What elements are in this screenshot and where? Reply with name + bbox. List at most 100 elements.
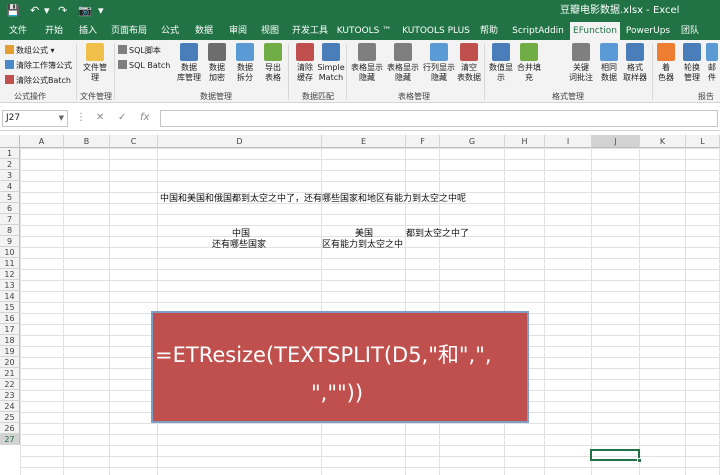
column-header-E[interactable]: E xyxy=(322,135,406,148)
selected-cell-J27[interactable] xyxy=(590,449,642,463)
tab-insert[interactable]: 插入 xyxy=(74,22,102,40)
column-header-G[interactable]: G xyxy=(440,135,505,148)
export-table-button[interactable]: 导出 表格 xyxy=(258,43,288,83)
row-header-20[interactable]: 20 xyxy=(0,357,20,368)
mail-button[interactable]: 邮 件 xyxy=(704,43,720,83)
cell-D5[interactable]: 中国和美国和俄国都到太空之中了，还有哪些国家和地区有能力到太空之中呢 xyxy=(160,194,466,205)
select-all-corner[interactable] xyxy=(0,135,20,148)
row-header-5[interactable]: 5 xyxy=(0,192,20,203)
row-header-1[interactable]: 1 xyxy=(0,148,20,159)
simple-match-button[interactable]: Simple Match xyxy=(316,43,346,83)
redo-icon[interactable]: ↷ xyxy=(58,3,67,19)
column-header-K[interactable]: K xyxy=(640,135,686,148)
row-col-show-hide-button[interactable]: 行列显示 隐藏 xyxy=(422,43,456,83)
keyword-comment-button[interactable]: 关键 词批注 xyxy=(566,43,596,83)
column-header-C[interactable]: C xyxy=(110,135,158,148)
row-header-2[interactable]: 2 xyxy=(0,159,20,170)
column-header-J[interactable]: J xyxy=(592,135,640,148)
column-header-L[interactable]: L xyxy=(686,135,720,148)
tab-review[interactable]: 审阅 xyxy=(224,22,252,40)
cell-E8[interactable]: 美国 xyxy=(355,229,373,240)
customize-quick-access-icon[interactable]: ▾ xyxy=(98,3,104,19)
row-header-3[interactable]: 3 xyxy=(0,170,20,181)
more-options-icon[interactable]: ⋮ xyxy=(76,111,86,125)
row-header-22[interactable]: 22 xyxy=(0,379,20,390)
clear-formula-batch-button[interactable]: 清除公式Batch xyxy=(5,75,71,86)
column-gridline xyxy=(544,148,545,475)
row-header-26[interactable]: 26 xyxy=(0,423,20,434)
rotate-manage-button[interactable]: 轮换 管理 xyxy=(680,43,704,83)
row-header-18[interactable]: 18 xyxy=(0,335,20,346)
tab-page-layout[interactable]: 页面布局 xyxy=(108,22,150,40)
enter-icon[interactable]: ✓ xyxy=(118,111,126,125)
cell-D8[interactable]: 中国 xyxy=(232,229,250,240)
sql-batch-button[interactable]: SQL Batch xyxy=(118,60,170,71)
row-header-12[interactable]: 12 xyxy=(0,269,20,280)
file-manage-button[interactable]: 文件管 理 xyxy=(80,43,110,83)
row-header-13[interactable]: 13 xyxy=(0,280,20,291)
row-header-4[interactable]: 4 xyxy=(0,181,20,192)
clear-workbook-formula-button[interactable]: 清除工作簿公式 xyxy=(5,60,72,71)
row-header-8[interactable]: 8 xyxy=(0,225,20,236)
array-formula-button[interactable]: 数组公式 ▾ xyxy=(5,45,55,56)
tab-home[interactable]: 开始 xyxy=(40,22,68,40)
column-header-H[interactable]: H xyxy=(505,135,545,148)
fill-handle[interactable] xyxy=(637,458,642,463)
table-show-hide-button-1[interactable]: 表格显示 隐藏 xyxy=(350,43,384,83)
row-header-14[interactable]: 14 xyxy=(0,291,20,302)
column-header-A[interactable]: A xyxy=(20,135,64,148)
cell-F8[interactable]: 都到太空之中了 xyxy=(406,229,469,240)
format-sampler-button[interactable]: 格式 取样器 xyxy=(620,43,650,83)
tab-kutools[interactable]: KUTOOLS ™ xyxy=(336,22,392,40)
tab-formulas[interactable]: 公式 xyxy=(156,22,184,40)
tab-scriptaddin[interactable]: ScriptAddin xyxy=(508,22,568,40)
row-header-7[interactable]: 7 xyxy=(0,214,20,225)
row-header-10[interactable]: 10 xyxy=(0,247,20,258)
tab-data[interactable]: 数据 xyxy=(190,22,218,40)
row-header-25[interactable]: 25 xyxy=(0,412,20,423)
cancel-icon[interactable]: ✕ xyxy=(96,111,104,125)
column-header-B[interactable]: B xyxy=(64,135,110,148)
save-icon[interactable]: 💾 xyxy=(6,3,20,19)
row-header-23[interactable]: 23 xyxy=(0,390,20,401)
merge-fill-button[interactable]: 合并填 充 xyxy=(514,43,544,83)
column-header-F[interactable]: F xyxy=(406,135,440,148)
sql-script-button[interactable]: SQL脚本 xyxy=(118,45,161,56)
undo-dropdown-icon[interactable]: ▾ xyxy=(44,3,50,19)
row-header-11[interactable]: 11 xyxy=(0,258,20,269)
row-header-17[interactable]: 17 xyxy=(0,324,20,335)
camera-icon[interactable]: 📷 xyxy=(78,3,92,19)
tab-team[interactable]: 团队 xyxy=(678,22,702,40)
table-show-hide-button-2[interactable]: 表格显示 隐藏 xyxy=(386,43,420,83)
database-manage-button[interactable]: 数据 库管理 xyxy=(174,43,204,83)
clear-table-data-button[interactable]: 清空 表数据 xyxy=(454,43,484,83)
data-encrypt-button[interactable]: 数据 加密 xyxy=(202,43,232,83)
tab-powerups[interactable]: PowerUps xyxy=(624,22,672,40)
cell-E9[interactable]: 区有能力到太空之中 xyxy=(322,240,403,251)
tab-efunction[interactable]: EFunction xyxy=(570,22,620,40)
tab-file[interactable]: 文件 xyxy=(4,22,32,40)
name-box[interactable]: J27 ▼ xyxy=(2,110,68,127)
insert-function-icon[interactable]: fx xyxy=(140,111,149,125)
row-header-9[interactable]: 9 xyxy=(0,236,20,247)
column-header-D[interactable]: D xyxy=(158,135,322,148)
formula-input[interactable] xyxy=(160,110,718,127)
column-header-I[interactable]: I xyxy=(545,135,592,148)
row-header-27[interactable]: 27 xyxy=(0,434,20,445)
cell-D9[interactable]: 还有哪些国家 xyxy=(212,240,266,251)
row-header-21[interactable]: 21 xyxy=(0,368,20,379)
colorizer-button[interactable]: 着 色器 xyxy=(654,43,678,83)
tab-kutools-plus[interactable]: KUTOOLS PLUS xyxy=(398,22,474,40)
row-header-24[interactable]: 24 xyxy=(0,401,20,412)
undo-icon[interactable]: ↶ xyxy=(30,3,39,19)
row-header-19[interactable]: 19 xyxy=(0,346,20,357)
row-header-16[interactable]: 16 xyxy=(0,313,20,324)
row-header-15[interactable]: 15 xyxy=(0,302,20,313)
tab-view[interactable]: 视图 xyxy=(256,22,284,40)
number-display-button[interactable]: 数值显 示 xyxy=(486,43,516,83)
data-split-button[interactable]: 数据 拆分 xyxy=(230,43,260,83)
row-header-6[interactable]: 6 xyxy=(0,203,20,214)
tab-developer[interactable]: 开发工具 xyxy=(290,22,330,40)
name-box-dropdown-icon[interactable]: ▼ xyxy=(59,111,64,126)
tab-help[interactable]: 帮助 xyxy=(476,22,502,40)
